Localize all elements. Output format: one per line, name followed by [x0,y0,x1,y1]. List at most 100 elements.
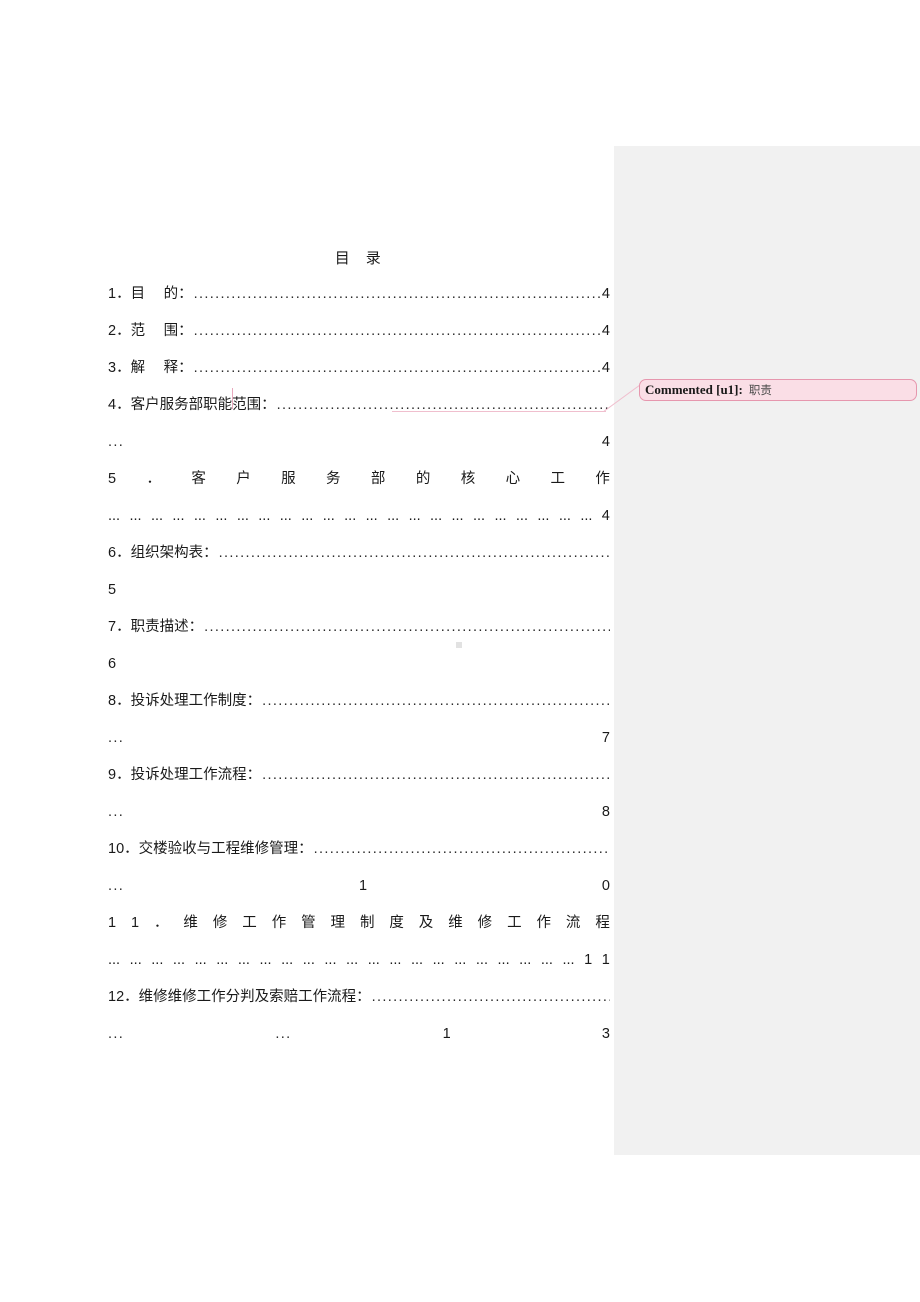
toc-entry-label-char: 及 [418,915,434,931]
toc-page-number-digit: 1 [358,878,368,894]
toc-dot-leader-char: ... [344,508,357,524]
toc-dot-leader-char: ... [410,952,424,968]
toc-entry-11[interactable]: 1 1 ．维修工作管理制度及维修工作流程 [108,914,610,932]
toc-dot-leader: ... [108,878,125,894]
toc-dot-leader-char: ... [432,952,445,968]
toc-entry-label-char: 部 [370,471,386,487]
toc-dot-leader-char: ... [301,508,314,524]
toc-dot-leader-char: ... [129,508,142,524]
toc-dot-leader-char: ... [322,508,335,524]
toc-entry-label-char: 工 [507,915,522,931]
toc-dot-leader-2: ... [275,1026,292,1042]
toc-entry-2[interactable]: 2．范 围： .................................… [108,322,610,340]
toc-entry-cont-line: ........................................… [108,951,610,969]
toc-entry-label-char: ． [146,471,161,487]
toc-dot-leader-char: ... [389,952,402,968]
toc-entry-3[interactable]: 3．解 释： .................................… [108,359,610,377]
toc-entry-label: 10．交楼验收与工程维修管理： [108,841,313,857]
toc-entry-label-char: 维 [448,915,463,931]
toc-entry-label-char: 度 [389,915,404,931]
toc-page-number: 7 [601,730,610,746]
toc-dot-leader-char: ... [472,508,486,524]
toc-dot-leader-char: ... [259,952,272,968]
toc-dot-leader-char: ... [454,952,467,968]
toc-dot-leader-char: ... [279,508,292,524]
toc-entry-label-char: 心 [505,471,521,487]
toc-page-number: 4 [601,286,610,302]
toc-dot-leader-char: ... [365,508,378,524]
toc-entry-label-char: 管 [301,915,316,931]
toc-entry-label-char: 作 [271,915,287,931]
comment-anchor-mark[interactable] [232,388,233,409]
toc-dot-leader-char: ... [515,508,528,524]
toc-entry-main-line: 8．投诉处理工作制度： ............................… [108,692,610,710]
toc-entry-label-char: 务 [326,471,341,487]
toc-entry-label-char: 程 [595,915,610,931]
toc-entry-1[interactable]: 1．目 的： .................................… [108,285,610,303]
toc-dot-leader: ........................................… [204,619,610,635]
toc-entry-label: 1．目 的： [108,286,193,302]
toc-entry-main-line: 10．交楼验收与工程维修管理： ........................… [108,840,610,858]
toc-entry-9[interactable]: 9．投诉处理工作流程： ............................… [108,766,610,784]
toc-dot-leader-char: ... [580,508,593,524]
toc-entry-6[interactable]: 6．组织架构表： ...............................… [108,544,610,562]
toc-page-number: 4 [601,434,610,450]
toc-entry-main-line: 6．组织架构表： ...............................… [108,544,610,562]
toc-entry-7-continuation: 6 [108,655,610,673]
toc-dot-leader: ........................................… [262,693,610,709]
toc-entry-8-continuation: ... 7 [108,729,610,747]
toc-entry-label: 2．范 围： [108,323,193,339]
toc-entry-label-char: 客 [191,471,206,487]
toc-dot-leader-char: ... [562,952,575,968]
toc-entry-11-continuation: ........................................… [108,951,610,969]
toc-dot-leader-char: ... [494,508,507,524]
toc-dot-leader-char: ... [537,508,550,524]
toc-page-number: 4 [601,360,610,376]
toc-entry-cont-line: ... ... 1 3 [108,1025,610,1043]
toc-entry-10[interactable]: 10．交楼验收与工程维修管理： ........................… [108,840,610,858]
toc-entry-label-char: 作 [595,471,610,487]
toc-dot-leader-char: ... [408,508,421,524]
toc-entry-9-continuation: ... 8 [108,803,610,821]
toc-entry-main-line: 1．目 的： .................................… [108,285,610,303]
toc-dot-leader: ... [108,434,125,450]
toc-dot-leader-char: ... [216,952,229,968]
toc-entry-8[interactable]: 8．投诉处理工作制度： ............................… [108,692,610,710]
toc-dot-leader-char: ... [475,952,488,968]
comment-body-text: 职责 [748,385,772,397]
toc-entry-main-line: 7．职责描述： ................................… [108,618,610,636]
toc-dot-leader-char: ... [540,952,553,968]
toc-entry-cont-line: ... 1 0 [108,877,610,895]
toc-entry-7[interactable]: 7．职责描述： ................................… [108,618,610,636]
toc-dot-leader-char: ... [346,952,359,968]
toc-dot-leader: ... [108,804,125,820]
toc-dot-leader-char: ... [258,508,271,524]
comment-balloon[interactable]: Commented [u1]: 职责 [639,379,917,401]
toc-entry-5[interactable]: 5 ． 客 户 服 务 部 的 核 心 工 作 [108,470,610,488]
toc-entry-label: 4．客户服务部职能范围： [108,397,276,413]
comment-connector-line [392,411,606,412]
toc-dot-leader-char: ... [324,952,337,968]
toc-dot-leader: ........................................… [193,360,600,376]
toc-dot-leader-char: ... [236,508,249,524]
toc-entry-label-char: ． [154,915,169,931]
toc-entry-label-char: 核 [460,471,476,487]
toc-entry-main-line: 9．投诉处理工作流程： ............................… [108,766,610,784]
toc-dot-leader: ........................................… [193,323,600,339]
toc-entry-label: 3．解 释： [108,360,193,376]
toc-entry-cont-line: ... 7 [108,729,610,747]
toc-entry-label-char: 理 [330,915,346,931]
toc-dot-leader-char: ... [281,952,294,968]
toc-page-number: 4 [601,323,610,339]
toc-entry-label: 6．组织架构表： [108,545,218,561]
toc-entry-12[interactable]: 12．维修维修工作分判及索赔工作流程： ....................… [108,988,610,1006]
toc-dot-leader-char: ... [108,508,121,524]
toc-dot-leader-char: ... [151,952,164,968]
toc-page-number-digit: 1 [442,1026,451,1042]
toc-dot-leader-char: ... [172,952,186,968]
toc-dot-leader: ........................................… [262,767,610,783]
toc-dot-leader-char: ... [302,952,315,968]
toc-entry-label-char: 1 [108,915,117,931]
toc-entry-label-char: 修 [477,915,493,931]
toc-dot-leader-char: ... [367,952,380,968]
